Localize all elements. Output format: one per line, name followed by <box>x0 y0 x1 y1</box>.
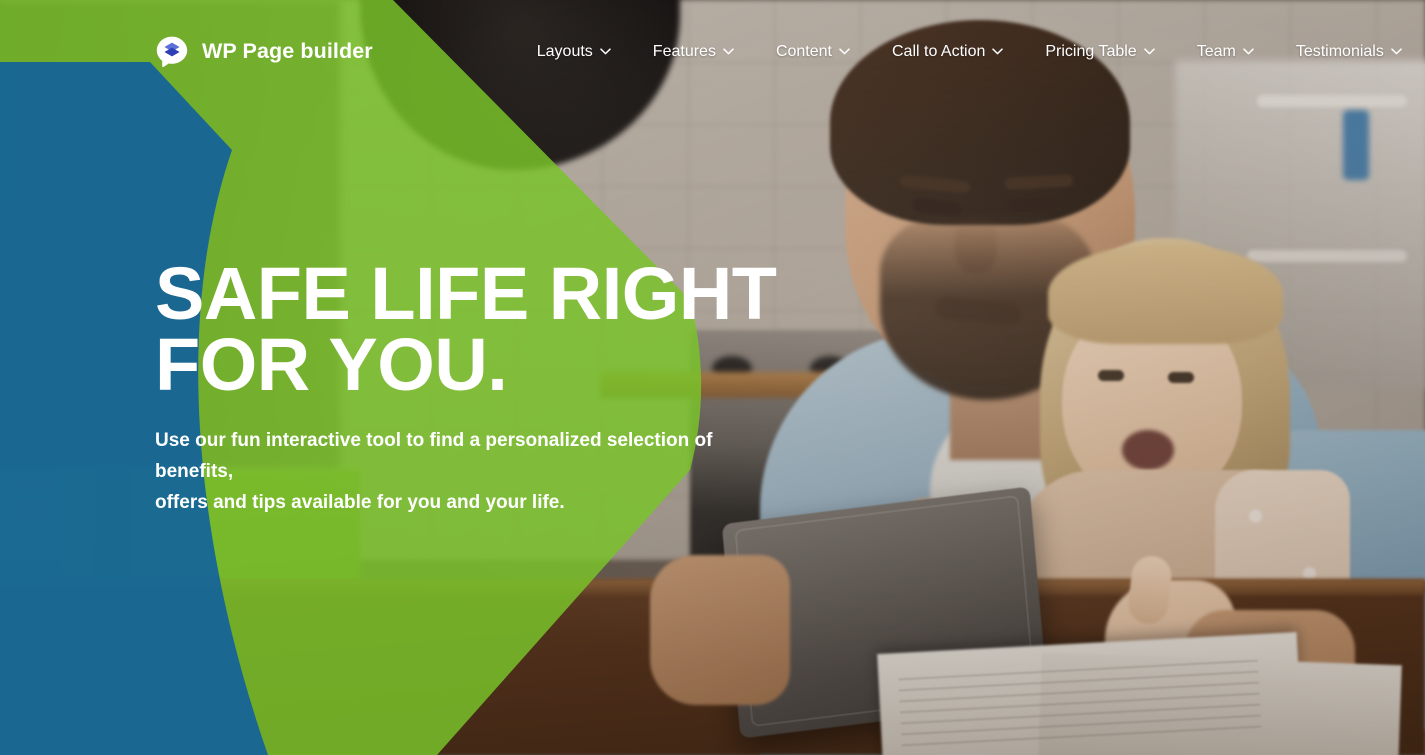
nav-item-label: Layouts <box>536 42 593 60</box>
nav-item-content[interactable]: Content <box>755 43 871 61</box>
speech-bubble-layers-icon <box>155 35 189 69</box>
nav-item-label: Testimonials <box>1295 42 1384 60</box>
hero-subtitle-line-2: offers and tips available for you and yo… <box>155 491 565 513</box>
chevron-down-icon <box>1391 48 1402 55</box>
site-header: WP Page builder Layouts Features Content… <box>0 0 1425 103</box>
nav-item-label: Content <box>775 42 832 60</box>
chevron-down-icon <box>1243 48 1254 55</box>
chevron-down-icon <box>1143 48 1155 55</box>
chevron-down-icon <box>723 48 734 55</box>
nav-item-team[interactable]: Team <box>1176 43 1275 61</box>
nav-item-label: Call to Action <box>891 42 986 60</box>
hero-title-line-1: SAFE LIFE RIGHT <box>155 252 777 335</box>
chevron-down-icon <box>600 48 611 55</box>
nav-item-label: Team <box>1196 42 1236 60</box>
hero-title-line-2: FOR YOU. <box>155 323 508 407</box>
chevron-down-icon <box>839 48 850 55</box>
nav-item-testimonials[interactable]: Testimonials <box>1275 43 1423 61</box>
chevron-down-icon <box>992 48 1004 55</box>
nav-item-label: Features <box>652 42 716 60</box>
nav-item-features[interactable]: Features <box>632 43 755 61</box>
nav-item-label: Pricing Table <box>1045 42 1137 60</box>
nav-item-layouts[interactable]: Layouts <box>516 43 632 61</box>
hero-section: WP Page builder Layouts Features Content… <box>0 0 1425 755</box>
hero-title: SAFE LIFE RIGHT FOR YOU. <box>155 252 855 407</box>
hero-copy: SAFE LIFE RIGHT FOR YOU. Use our fun int… <box>155 252 855 518</box>
nav-item-pricing-table[interactable]: Pricing Table <box>1024 43 1175 61</box>
brand-logo-link[interactable]: WP Page builder <box>155 35 373 69</box>
hero-subtitle: Use our fun interactive tool to find a p… <box>155 426 795 518</box>
main-navigation: Layouts Features Content Call to Action … <box>516 43 1423 61</box>
hero-subtitle-line-1: Use our fun interactive tool to find a p… <box>155 430 713 482</box>
nav-item-call-to-action[interactable]: Call to Action <box>871 43 1024 61</box>
brand-name: WP Page builder <box>202 39 373 63</box>
